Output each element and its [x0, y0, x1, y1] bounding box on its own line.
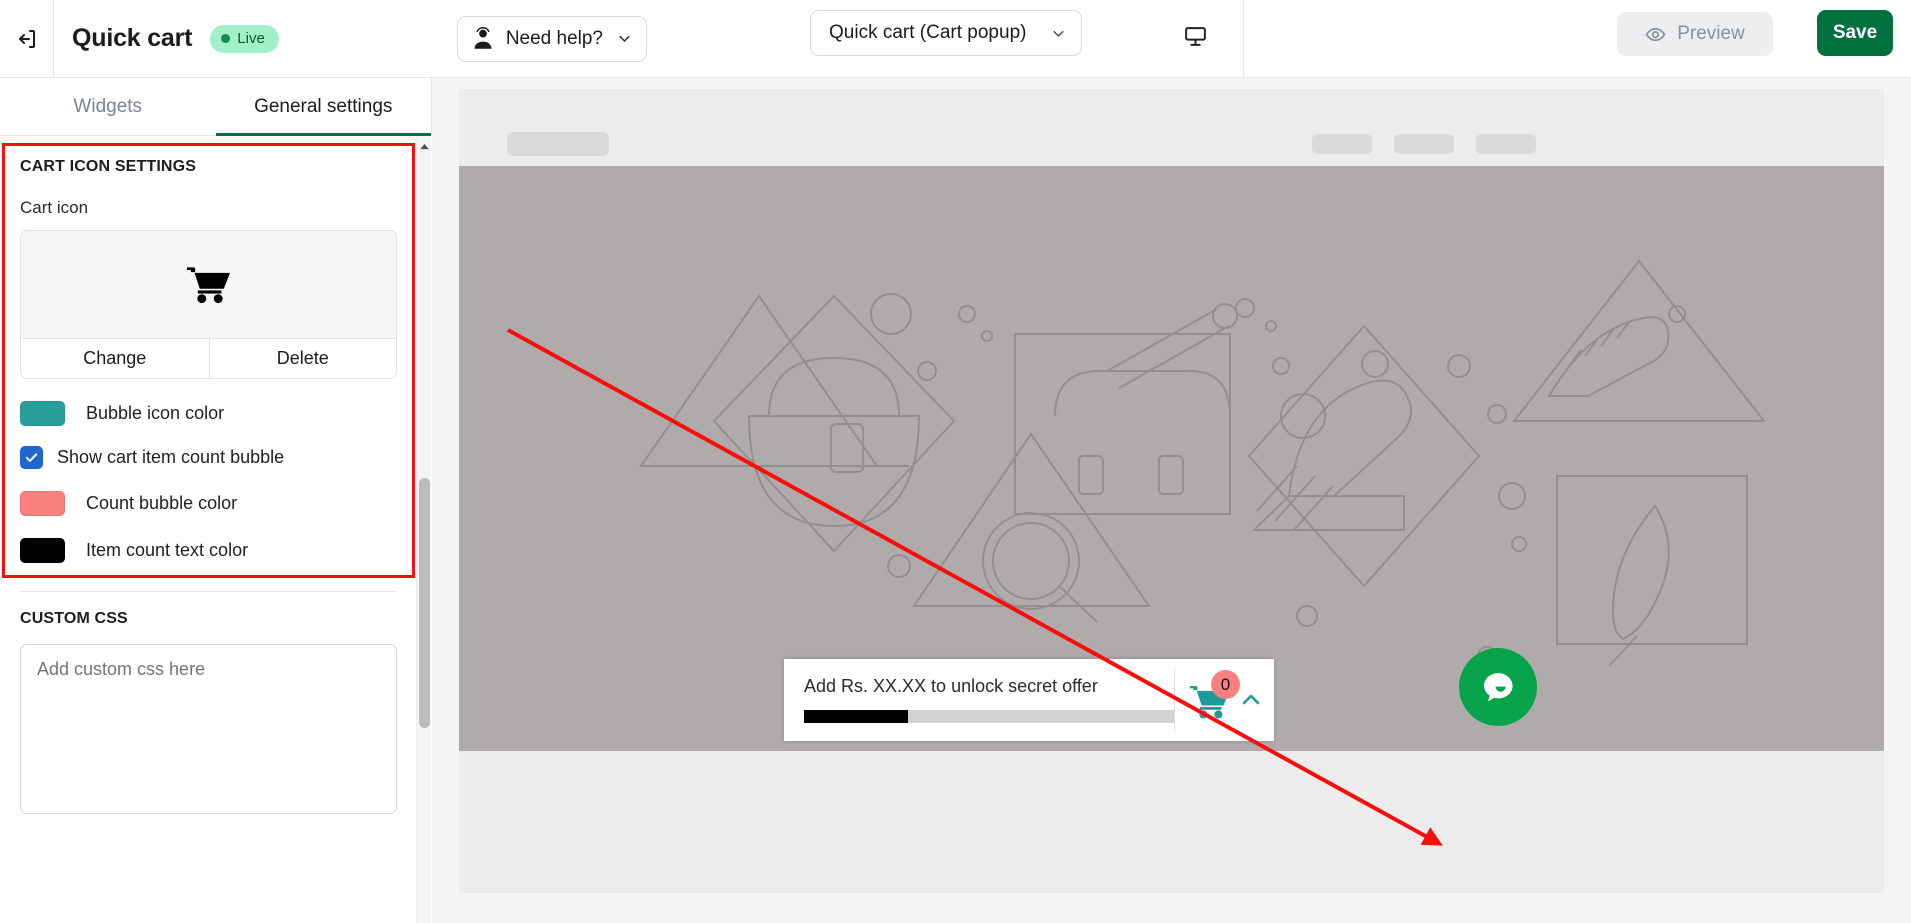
- bubble-icon-color-row: Bubble icon color: [20, 401, 395, 426]
- scrollbar-thumb[interactable]: [419, 478, 430, 728]
- preview-stage: Add Rs. XX.XX to unlock secret offer 0: [432, 78, 1911, 923]
- status-dot-icon: [221, 33, 231, 43]
- show-count-bubble-row: Show cart item count bubble: [20, 446, 395, 469]
- store-nav-placeholder: [1394, 134, 1454, 154]
- panel-content: CART ICON SETTINGS Cart icon Change Dele…: [0, 136, 415, 819]
- topbar-divider: [1243, 0, 1244, 78]
- preview-button[interactable]: Preview: [1617, 12, 1773, 56]
- count-bubble-color-row: Count bubble color: [20, 491, 395, 516]
- bubble-icon-color-swatch[interactable]: [20, 401, 65, 426]
- count-bubble-color-label: Count bubble color: [86, 493, 238, 513]
- cart-icon-actions: Change Delete: [20, 338, 397, 379]
- desktop-icon: [1184, 26, 1206, 46]
- delete-icon-button[interactable]: Delete: [208, 338, 397, 379]
- support-agent-icon: [474, 26, 492, 49]
- cart-bar-message-block: Add Rs. XX.XX to unlock secret offer: [784, 676, 1174, 723]
- app-title-block: Quick cart Live: [54, 24, 279, 53]
- custom-css-input[interactable]: [20, 644, 397, 814]
- preview-label: Preview: [1677, 23, 1745, 44]
- cart-progress-fill: [804, 709, 908, 723]
- app-root: Quick cart Live Need help? Quick cart (C…: [0, 0, 1911, 923]
- cart-bar-actions[interactable]: 0: [1175, 659, 1277, 741]
- chevron-up-icon[interactable]: [1239, 688, 1263, 712]
- cart-icon-field-label: Cart icon: [20, 198, 89, 217]
- eye-icon: [1645, 27, 1666, 41]
- show-count-bubble-label: Show cart item count bubble: [57, 447, 285, 467]
- panel-scrollbar[interactable]: [416, 136, 431, 923]
- storefront-header: [459, 89, 1884, 166]
- cart-icon-preview: [20, 230, 397, 338]
- exit-icon: [18, 29, 35, 48]
- cart-progress-track: [804, 709, 1174, 723]
- cart-popup-bar[interactable]: Add Rs. XX.XX to unlock secret offer 0: [784, 659, 1274, 741]
- save-button[interactable]: Save: [1817, 10, 1893, 56]
- count-bubble-color-swatch[interactable]: [20, 491, 65, 516]
- storefront-footer: [459, 751, 1884, 893]
- cart-icon-wrap[interactable]: 0: [1189, 670, 1240, 720]
- need-help-label: Need help?: [505, 27, 604, 49]
- tab-general-settings[interactable]: General settings: [215, 78, 432, 137]
- chevron-down-icon: [1053, 30, 1064, 37]
- status-badge-label: Live: [237, 29, 265, 47]
- chevron-down-icon: [619, 35, 630, 42]
- top-bar: Quick cart Live Need help? Quick cart (C…: [0, 0, 1911, 78]
- back-button[interactable]: [0, 0, 54, 78]
- view-selector-dropdown[interactable]: Quick cart (Cart popup): [810, 10, 1082, 56]
- tab-widgets[interactable]: Widgets: [0, 78, 216, 136]
- chevron-up-icon: [420, 143, 429, 149]
- storefront-preview: Add Rs. XX.XX to unlock secret offer 0: [459, 89, 1884, 893]
- status-badge: Live: [210, 24, 279, 53]
- cart-icon-settings-heading: CART ICON SETTINGS: [20, 158, 197, 175]
- cart-count-badge: 0: [1211, 670, 1240, 699]
- item-count-text-color-row: Item count text color: [20, 538, 395, 563]
- chat-widget-button[interactable]: [1459, 648, 1537, 726]
- change-icon-button[interactable]: Change: [20, 338, 209, 379]
- cart-bar-message: Add Rs. XX.XX to unlock secret offer: [804, 676, 1098, 697]
- panel-tabs: Widgets General settings: [0, 78, 432, 137]
- store-nav-placeholder: [1312, 134, 1372, 154]
- show-count-bubble-checkbox[interactable]: [20, 446, 43, 469]
- settings-panel: Widgets General settings CART ICON SETTI…: [0, 78, 432, 923]
- view-selector-value: Quick cart (Cart popup): [829, 22, 1027, 43]
- bubble-icon-color-label: Bubble icon color: [86, 403, 225, 423]
- item-count-text-color-swatch[interactable]: [20, 538, 65, 563]
- chat-bubble-icon: [1484, 673, 1513, 702]
- shopping-cart-icon: [186, 266, 230, 303]
- desktop-view-button[interactable]: [1175, 16, 1215, 56]
- item-count-text-color-label: Item count text color: [86, 540, 249, 560]
- check-icon: [25, 453, 38, 462]
- panel-scroll-area: CART ICON SETTINGS Cart icon Change Dele…: [0, 136, 432, 923]
- need-help-button[interactable]: Need help?: [456, 15, 648, 62]
- scroll-up-button[interactable]: [417, 139, 432, 153]
- page-title: Quick cart: [72, 24, 193, 52]
- custom-css-heading: CUSTOM CSS: [20, 610, 128, 627]
- store-logo-placeholder: [507, 132, 609, 156]
- store-nav-placeholder: [1476, 134, 1536, 154]
